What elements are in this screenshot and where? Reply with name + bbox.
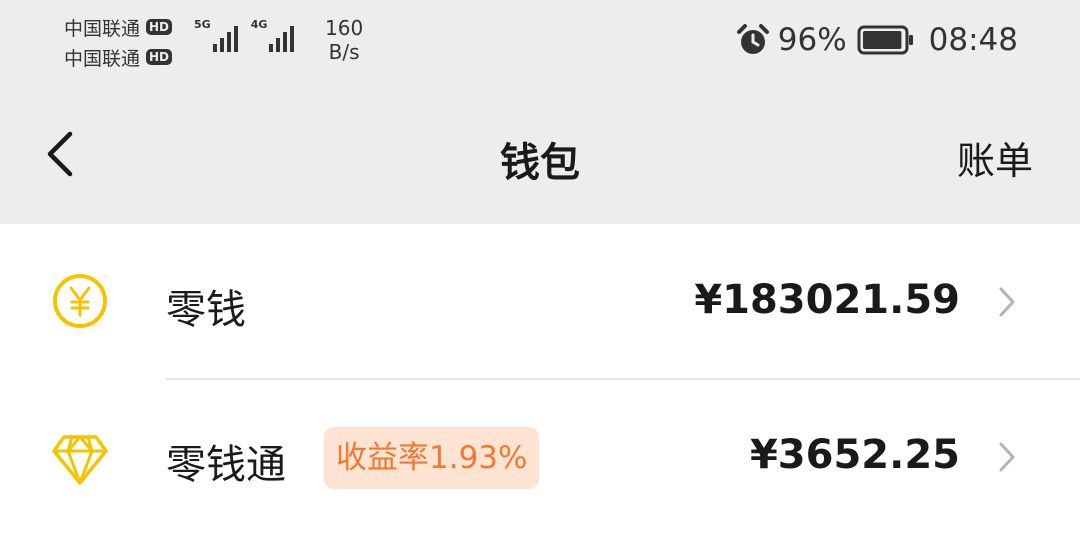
signal-indicators: 5G 4G [194, 18, 307, 54]
item-label: 零钱 [166, 287, 246, 333]
battery-icon [857, 25, 913, 55]
alarm-clock-icon [736, 24, 769, 54]
nav-bar: 钱包 账单 [0, 86, 1080, 224]
signal-bars-icon [212, 18, 241, 54]
signal-4g: 4G [251, 18, 298, 54]
hd-badge: HD [146, 19, 173, 35]
carrier-name: 中国联通 [64, 47, 141, 70]
net-speed-value: 160 [325, 16, 364, 40]
list-item-change[interactable]: 零钱 ¥183021.59 [0, 224, 1080, 380]
status-bar: 中国联通 HD 中国联通 HD 5G 4G 160 B/s 96% 08:48 [0, 0, 1080, 86]
diamond-icon [52, 435, 108, 485]
item-amount: ¥3652.25 [749, 432, 960, 478]
item-amount: ¥183021.59 [694, 277, 960, 323]
status-right: 96% 08:48 [736, 22, 1018, 58]
list-item-lingqiantong[interactable]: 零钱通 收益率1.93% ¥3652.25 [0, 379, 1080, 534]
carrier-row: 中国联通 HD [64, 12, 173, 42]
signal-bars-icon [269, 18, 297, 54]
yield-rate-badge: 收益率1.93% [324, 427, 540, 489]
yuan-coin-icon [53, 274, 107, 328]
carrier-list: 中国联通 HD 中国联通 HD [64, 12, 173, 72]
net-speed-unit: B/s [328, 40, 360, 64]
chevron-right-icon [999, 287, 1015, 317]
battery-percent: 96% [777, 22, 847, 58]
chevron-right-icon [999, 442, 1015, 472]
clock-time: 08:48 [928, 22, 1018, 58]
network-type-label: 4G [250, 18, 268, 31]
hd-badge: HD [146, 49, 173, 65]
page-title: 钱包 [500, 140, 580, 186]
signal-5g: 5G [194, 18, 241, 54]
wallet-list: 零钱 ¥183021.59 零钱通 收益率1.93% ¥3652.25 [0, 224, 1080, 534]
carrier-row: 中国联通 HD [64, 42, 173, 72]
bill-button[interactable]: 账单 [957, 130, 1033, 185]
net-speed: 160 B/s [325, 16, 363, 64]
network-type-label: 5G [194, 18, 211, 31]
carrier-name: 中国联通 [64, 17, 141, 40]
item-label: 零钱通 [166, 442, 286, 488]
